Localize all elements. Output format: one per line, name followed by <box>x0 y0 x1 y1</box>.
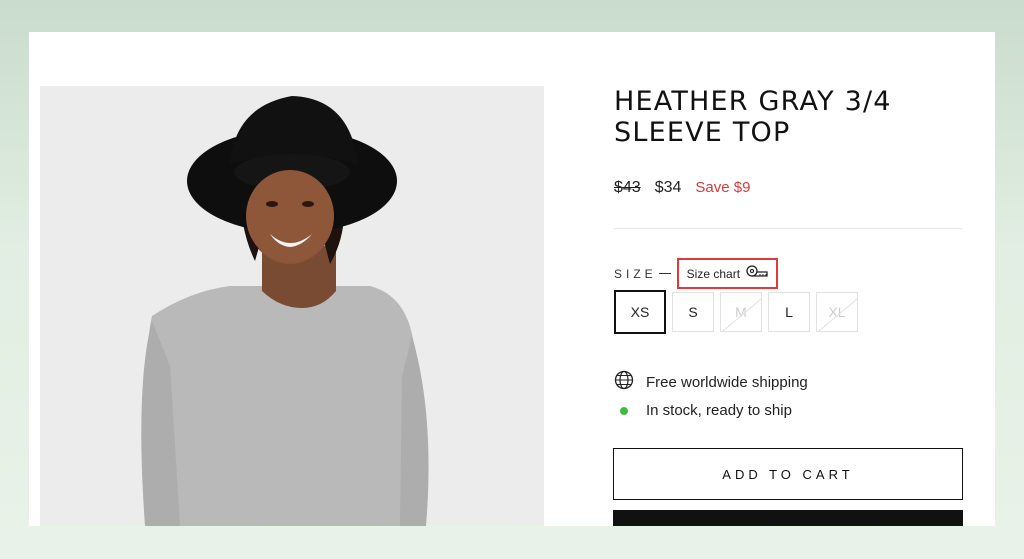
stock-info: In stock, ready to ship <box>614 402 792 419</box>
size-option-l[interactable]: L <box>768 292 810 332</box>
shipping-info: Free worldwide shipping <box>614 370 808 394</box>
original-price: $43 <box>614 179 641 196</box>
size-option-xl[interactable]: XL <box>816 292 858 332</box>
size-row: SIZE Size chart <box>614 258 779 289</box>
size-option-label: S <box>688 304 698 320</box>
size-dash <box>658 273 671 274</box>
in-stock-dot <box>620 406 628 415</box>
size-option-label: M <box>735 304 747 320</box>
product-image[interactable] <box>40 86 544 526</box>
size-option-s[interactable]: S <box>672 292 714 332</box>
savings-label: Save $9 <box>695 179 751 196</box>
measuring-tape-icon <box>746 265 768 282</box>
size-chart-link[interactable]: Size chart <box>676 258 779 289</box>
product-card: HEATHER GRAY 3/4 SLEEVE TOP $43 $34 Save… <box>29 32 995 526</box>
size-chart-label: Size chart <box>686 266 741 281</box>
size-option-label: XL <box>828 304 846 320</box>
size-option-m[interactable]: M <box>720 292 762 332</box>
buy-now-button[interactable] <box>613 510 963 526</box>
size-label: SIZE <box>614 266 657 281</box>
product-info: HEATHER GRAY 3/4 SLEEVE TOP $43 $34 Save… <box>613 86 963 526</box>
model-photo <box>40 86 544 526</box>
size-options: XS S M L XL <box>614 290 858 334</box>
shipping-text: Free worldwide shipping <box>646 373 808 391</box>
globe-icon <box>614 370 634 394</box>
add-to-cart-button[interactable]: ADD TO CART <box>613 448 963 500</box>
size-option-label: XS <box>630 304 650 320</box>
product-title: HEATHER GRAY 3/4 SLEEVE TOP <box>614 86 892 148</box>
size-option-label: L <box>785 304 793 320</box>
current-price: $34 <box>654 179 682 196</box>
stock-text: In stock, ready to ship <box>646 402 792 419</box>
divider <box>614 228 962 229</box>
price-row: $43 $34 Save $9 <box>614 179 750 197</box>
size-option-xs[interactable]: XS <box>614 290 666 334</box>
